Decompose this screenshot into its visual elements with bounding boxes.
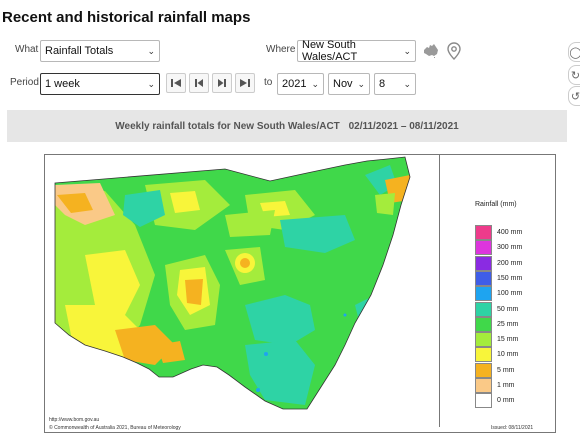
side-button-2[interactable]: ↻ (568, 65, 580, 85)
australia-map-icon (424, 44, 438, 58)
rainfall-map: Rainfall (mm) 400 mm 300 mm 200 mm 150 mm 10… (44, 154, 556, 433)
legend-swatch (475, 347, 492, 363)
what-label: What (15, 44, 39, 55)
legend-item: 10 mm (475, 347, 519, 363)
month-select-value: Nov (333, 78, 353, 90)
day-select-value: 8 (379, 78, 386, 90)
side-button-1[interactable]: ◯ (568, 42, 580, 62)
where-select-value: New South Wales/ACT (302, 39, 358, 63)
rainfall-map-image (54, 156, 411, 410)
chevron-down-icon: ⌄ (147, 45, 155, 56)
chevron-down-icon: ⌄ (403, 45, 411, 56)
previous-icon (195, 79, 203, 87)
last-period-button[interactable] (235, 73, 255, 93)
what-select-value: Rainfall Totals (45, 45, 114, 57)
chevron-down-icon: ⌄ (403, 78, 411, 89)
legend-swatch (475, 332, 492, 348)
map-legend-divider (439, 155, 440, 427)
next-period-button[interactable] (212, 73, 232, 93)
legend-swatch (475, 316, 492, 332)
map-caption-bar: Weekly rainfall totals for New South Wal… (7, 110, 567, 142)
copyright-text: © Commonwealth of Australia 2021, Bureau… (49, 425, 181, 431)
legend-label: 0 mm (497, 397, 515, 405)
legend-label: 10 mm (497, 351, 519, 359)
location-pin-icon (447, 42, 461, 60)
legend-label: 15 mm (497, 336, 519, 344)
undo-icon: ↺ (570, 90, 580, 103)
first-icon (171, 79, 181, 87)
legend-swatch (475, 378, 492, 393)
refresh-icon: ↻ (570, 69, 580, 82)
legend-label: 100 mm (497, 290, 523, 298)
legend-label: 150 mm (497, 274, 523, 282)
year-select[interactable]: 2021 ⌄ (277, 73, 324, 95)
map-caption-text: Weekly rainfall totals for New South Wal… (115, 121, 340, 132)
legend-label: 400 mm (497, 229, 523, 236)
chevron-down-icon: ⌄ (311, 78, 319, 89)
what-select[interactable]: Rainfall Totals ⌄ (40, 40, 160, 62)
legend-swatch (475, 362, 492, 378)
legend-swatch (475, 225, 492, 240)
period-label: Period (10, 77, 39, 88)
legend-label: 300 mm (497, 244, 523, 252)
legend-item: 0 mm (475, 393, 515, 409)
legend-swatch (475, 240, 492, 256)
next-icon (218, 79, 226, 87)
previous-period-button[interactable] (189, 73, 209, 93)
legend-item: 25 mm (475, 316, 519, 332)
day-select[interactable]: 8 ⌄ (374, 73, 416, 95)
chevron-down-icon: ⌄ (357, 78, 365, 89)
legend-item: 5 mm (475, 362, 515, 378)
to-label: to (264, 77, 273, 88)
last-icon (240, 79, 250, 87)
where-select[interactable]: New South Wales/ACT ⌄ (297, 39, 416, 63)
legend-item: 150 mm (475, 270, 523, 286)
legend-item: 200 mm (475, 255, 523, 271)
legend-label: 50 mm (497, 305, 519, 313)
legend-item: 1 mm (475, 378, 515, 393)
australia-map-button[interactable] (420, 40, 442, 62)
location-pin-button[interactable] (443, 40, 465, 62)
legend-item: 300 mm (475, 240, 523, 256)
month-select[interactable]: Nov ⌄ (328, 73, 370, 95)
legend-item: 400 mm (475, 225, 522, 240)
legend-item: 50 mm (475, 301, 519, 317)
period-select-value: 1 week (45, 78, 80, 90)
legend-swatch (475, 301, 492, 317)
side-button-3[interactable]: ↺ (568, 86, 580, 106)
source-url: http://www.bom.gov.au (49, 417, 100, 423)
map-caption: Weekly rainfall totals for New South Wal… (7, 121, 567, 132)
where-label: Where (266, 44, 296, 55)
legend-label: 1 mm (497, 382, 515, 389)
legend-swatch (475, 286, 492, 302)
legend-item: 100 mm (475, 286, 523, 302)
legend-title: Rainfall (mm) (475, 201, 517, 208)
map-caption-dates: 02/11/2021 – 08/11/2021 (348, 121, 459, 132)
page-title: Recent and historical rainfall maps (2, 9, 251, 26)
legend-label: 200 mm (497, 259, 523, 267)
legend-swatch (475, 270, 492, 286)
first-period-button[interactable] (166, 73, 186, 93)
year-select-value: 2021 (282, 78, 307, 90)
legend-label: 5 mm (497, 366, 515, 374)
period-select[interactable]: 1 week ⌄ (40, 73, 160, 95)
issued-date: Issued: 08/11/2021 (491, 425, 534, 431)
circle-icon: ◯ (569, 46, 580, 59)
legend-label: 25 mm (497, 320, 519, 328)
legend-swatch (475, 255, 492, 271)
chevron-down-icon: ⌄ (147, 78, 155, 89)
legend-swatch (475, 393, 492, 409)
legend-item: 15 mm (475, 332, 519, 348)
